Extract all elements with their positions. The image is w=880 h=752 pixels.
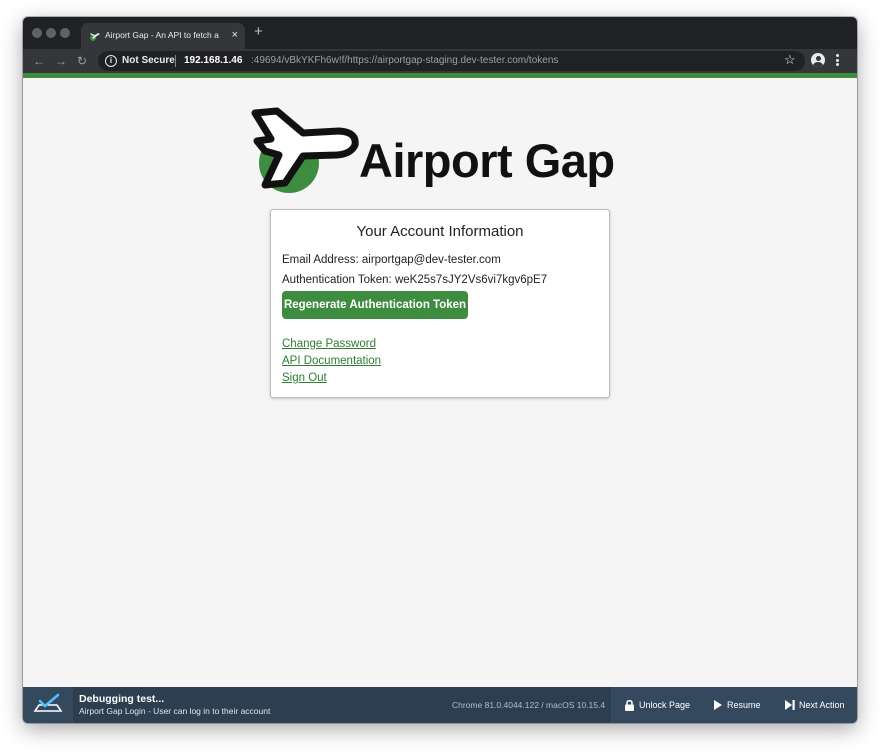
address-bar[interactable]: i Not Secure 192.168.1.46 :49694/vBkYKFh… (98, 51, 805, 71)
token-line: Authentication Token: weK25s7sJY2Vs6vi7k… (282, 274, 548, 286)
minimize-window-button[interactable] (46, 28, 56, 38)
tab-close-icon[interactable]: × (232, 29, 238, 41)
unlock-page-label: Unlock Page (639, 700, 691, 710)
airplane-logo-icon (251, 107, 359, 193)
airport-gap-logo: Airport Gap (251, 101, 631, 193)
regenerate-token-button[interactable]: Regenerate Authentication Token (282, 291, 468, 319)
url-path: :49694/vBkYKFh6w!f/https://airportgap-st… (251, 55, 559, 66)
testcafe-logo-icon (33, 693, 63, 712)
info-icon[interactable]: i (105, 55, 117, 67)
new-tab-button[interactable]: + (254, 24, 263, 40)
security-label: Not Secure (122, 55, 175, 66)
next-action-button[interactable]: Next Action (785, 687, 851, 723)
browser-tab[interactable]: Airport Gap - An API to fetch a × (81, 23, 245, 49)
debug-title: Debugging test... (79, 693, 165, 705)
resume-label: Resume (727, 700, 761, 710)
debugger-actions: Unlock Page Resume Next Action (611, 687, 857, 723)
tab-title: Airport Gap - An API to fetch a (105, 30, 219, 40)
change-password-link[interactable]: Change Password (282, 338, 376, 350)
close-window-button[interactable] (32, 28, 42, 38)
account-title: Your Account Information (356, 223, 524, 240)
browser-window: Airport Gap - An API to fetch a × + ← → … (23, 17, 857, 723)
debug-test-name: Airport Gap Login - User can log in to t… (79, 706, 271, 716)
play-icon (714, 700, 722, 710)
tab-strip: Airport Gap - An API to fetch a × + (23, 17, 857, 49)
sign-out-link[interactable]: Sign Out (282, 372, 327, 384)
star-icon[interactable]: ☆ (784, 52, 796, 68)
address-divider (175, 55, 176, 67)
debugger-panel: Debugging test... Airport Gap Login - Us… (23, 687, 857, 723)
airplane-favicon-icon (90, 33, 100, 41)
next-action-label: Next Action (799, 700, 845, 710)
forward-icon[interactable]: → (55, 53, 67, 69)
lock-icon (625, 700, 634, 711)
account-card: Your Account Information Email Address: … (270, 209, 610, 398)
debug-environment: Chrome 81.0.4044.122 / macOS 10.15.4 (452, 700, 606, 710)
logo-text: Airport Gap (359, 134, 615, 187)
back-icon[interactable]: ← (33, 53, 45, 69)
resume-button[interactable]: Resume (714, 687, 770, 723)
step-forward-icon (785, 700, 795, 710)
zoom-window-button[interactable] (60, 28, 70, 38)
reload-icon[interactable]: ↻ (77, 53, 87, 69)
page-content: Airport Gap Your Account Information Ema… (23, 78, 857, 687)
url-host: 192.168.1.46 (184, 55, 243, 66)
debugger-logo (23, 687, 73, 723)
profile-icon[interactable] (811, 53, 825, 67)
unlock-page-button[interactable]: Unlock Page (625, 687, 699, 723)
api-documentation-link[interactable]: API Documentation (282, 355, 381, 367)
menu-icon[interactable] (836, 54, 840, 68)
email-line: Email Address: airportgap@dev-tester.com (282, 254, 501, 266)
browser-toolbar: ← → ↻ i Not Secure 192.168.1.46 :49694/v… (23, 49, 857, 73)
